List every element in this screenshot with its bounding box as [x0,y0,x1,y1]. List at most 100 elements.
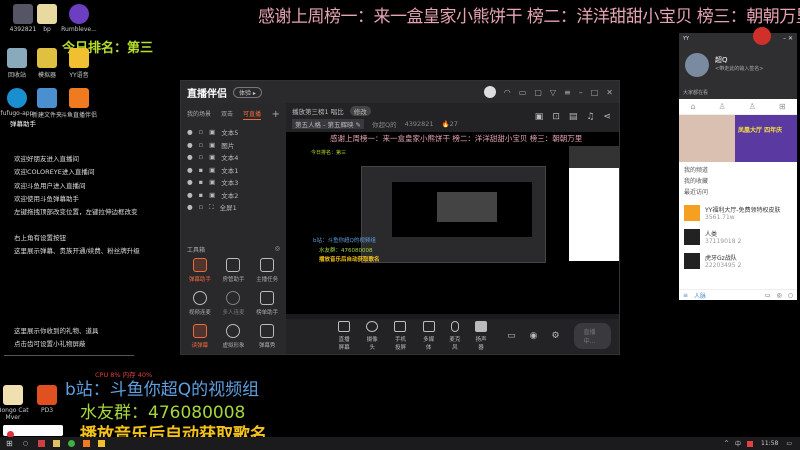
recording-badge[interactable] [753,27,771,45]
yy-bottom-tab[interactable]: 人脉 [694,291,706,300]
settings-icon[interactable]: ◎ [777,292,782,299]
yy-avatar[interactable] [685,53,709,77]
lock-icon[interactable]: ▪ [199,191,203,199]
yy-signature[interactable]: <带走此的输入签名> [715,65,763,72]
tool-read-danmaku[interactable]: 读弹幕 [183,324,217,349]
search-icon[interactable]: ○ [23,440,28,447]
tab-double-click[interactable]: 双击 [221,109,233,120]
notification-icon[interactable]: ▭ [786,440,792,447]
minimize-icon[interactable]: – [579,88,583,97]
layer-item[interactable]: ● ▪ ▣ 文本2 [181,189,286,202]
microphone-button[interactable]: 麦克风 [449,320,461,351]
maximize-icon[interactable]: □ [591,88,599,97]
close-icon[interactable]: ✕ [606,88,613,97]
tab-live[interactable]: 可直播 [243,109,262,120]
eye-icon[interactable]: ● [187,128,193,136]
version-pill[interactable]: 体验 ▸ [233,86,262,98]
tool-danmaku-show[interactable]: 弹幕秀 [250,324,284,349]
taskbar-explorer[interactable] [52,440,60,447]
tray-up-icon[interactable]: ^ [724,440,729,447]
category-button[interactable]: 第五人格 - 第五辉映 ✎ [292,119,364,129]
taskbar-app[interactable] [97,440,105,447]
record-icon[interactable]: ▭ [507,331,516,341]
screen-icon[interactable]: ▢ [534,88,542,97]
search-icon[interactable]: ○ [788,292,793,299]
tool-video-link[interactable]: 视频连麦 [183,291,217,316]
menu-icon[interactable]: ≡ [683,292,688,299]
box-icon[interactable]: ▤ [569,112,578,122]
lock-icon[interactable]: ▫ [199,141,203,149]
tool-rank-helper[interactable]: 榜单助手 [250,291,284,316]
recent-channel[interactable]: YY福利大厅-免费领特权皮肤 3561.71w [679,201,797,225]
headset-icon[interactable]: ◠ [504,88,511,97]
eye-icon[interactable]: ● [187,166,193,174]
tray-app-icon[interactable] [747,440,754,447]
unlock-icon[interactable]: ⊡ [552,112,560,122]
layer-item[interactable]: ● ▫ ▣ 图片 [181,139,286,152]
tool-multi-link[interactable]: 多人连麦 [217,291,251,316]
phone-cast-button[interactable]: 手机投屏 [392,320,408,351]
avatar[interactable] [483,86,496,98]
lock-icon[interactable]: ▫ [199,203,203,211]
tool-room-admin[interactable]: 房管助手 [217,258,251,283]
menu-icon[interactable]: ≡ [564,88,571,97]
tool-danmaku-helper[interactable]: 弹幕助手 [183,258,217,283]
live-status-button[interactable]: 直播中... [573,322,611,349]
tool-avatar[interactable]: 虚拟形象 [217,324,251,349]
video-icon[interactable]: ▭ [765,292,771,299]
layer-item[interactable]: ● ▪ ▣ 文本3 [181,176,286,189]
taskbar-app[interactable] [37,440,45,447]
ime-indicator[interactable]: 中 [735,439,741,448]
add-scene-button[interactable]: + [272,109,280,120]
settings-icon[interactable]: ⚙ [551,331,559,341]
taskbar-app[interactable] [67,440,75,447]
bell-icon[interactable]: ♫ [586,112,594,122]
yy-banner[interactable]: 凤凰大厅 四年庆 [679,115,797,162]
speaker-button[interactable]: 扬声器 [474,320,487,351]
toolbox-settings-icon[interactable]: ◎ [275,245,280,254]
eye-icon[interactable]: ● [187,203,193,211]
layer-item[interactable]: ● ▫ ⛶ 全屏1 [181,201,286,214]
search-popup[interactable] [3,425,63,438]
lock-icon[interactable]: ▪ [199,166,203,174]
desktop-icon[interactable]: YY语音 [56,48,102,79]
tool-tasks[interactable]: 主播任务 [250,258,284,283]
desktop-icon[interactable]: Rumbleve... [56,4,102,33]
edit-title-button[interactable]: 修改 [349,106,371,116]
layer-item[interactable]: ● ▪ ▣ 文本1 [181,164,286,177]
contacts-icon[interactable]: ♙ [749,102,756,111]
skin-icon[interactable]: ▽ [550,88,556,97]
lock-icon[interactable]: ▫ [199,128,203,136]
taskbar-app[interactable] [82,440,90,447]
layer-item[interactable]: ● ▫ ▣ 文本4 [181,151,286,164]
user-icon[interactable]: ♙ [719,102,726,111]
eye-icon[interactable]: ● [187,191,193,199]
apps-icon[interactable]: ⊞ [779,102,786,111]
yy-menu-item[interactable]: 我的收藏 [684,176,792,187]
eye-icon[interactable]: ◉ [530,331,538,341]
lock-icon[interactable]: ▫ [199,153,203,161]
yy-menu-item[interactable]: 最近访问 [684,187,792,198]
camera-button[interactable]: 摄像头 [366,320,379,351]
recent-channel[interactable]: 人类 37119018 2 [679,225,797,249]
home-icon[interactable]: ⌂ [690,102,695,111]
desktop-icon[interactable]: 斗鱼直播伴侣 [56,88,102,119]
yy-menu-item[interactable]: 我的频道 [684,165,792,176]
clock[interactable]: 11:58 [761,440,778,447]
tab-my-scenes[interactable]: 我的场景 [187,109,211,120]
desktop-icon[interactable]: PD3 [24,385,70,414]
message-icon[interactable]: ▭ [519,88,527,97]
share-icon[interactable]: ⋖ [603,112,611,122]
recent-channel[interactable]: 虎牙Gz战队 22203495 2 [679,249,797,273]
screen-capture-button[interactable]: 直播屏幕 [336,320,352,351]
gift-icon[interactable]: ▣ [535,112,544,122]
yy-window-controls[interactable]: – ✕ [783,35,793,42]
eye-icon[interactable]: ● [187,141,193,149]
start-icon[interactable]: ⊞ [6,439,13,448]
eye-icon[interactable]: ● [187,153,193,161]
media-button[interactable]: 多媒体 [422,320,435,351]
eye-icon[interactable]: ● [187,178,193,186]
stream-preview[interactable]: 感谢上周榜一：来一盒皇家小熊饼干 榜二：洋洋甜甜小宝贝 榜三：朝朝万里 今日排名… [286,132,619,319]
lock-icon[interactable]: ▪ [199,178,203,186]
layer-item[interactable]: ● ▫ ▣ 文本5 [181,126,286,139]
